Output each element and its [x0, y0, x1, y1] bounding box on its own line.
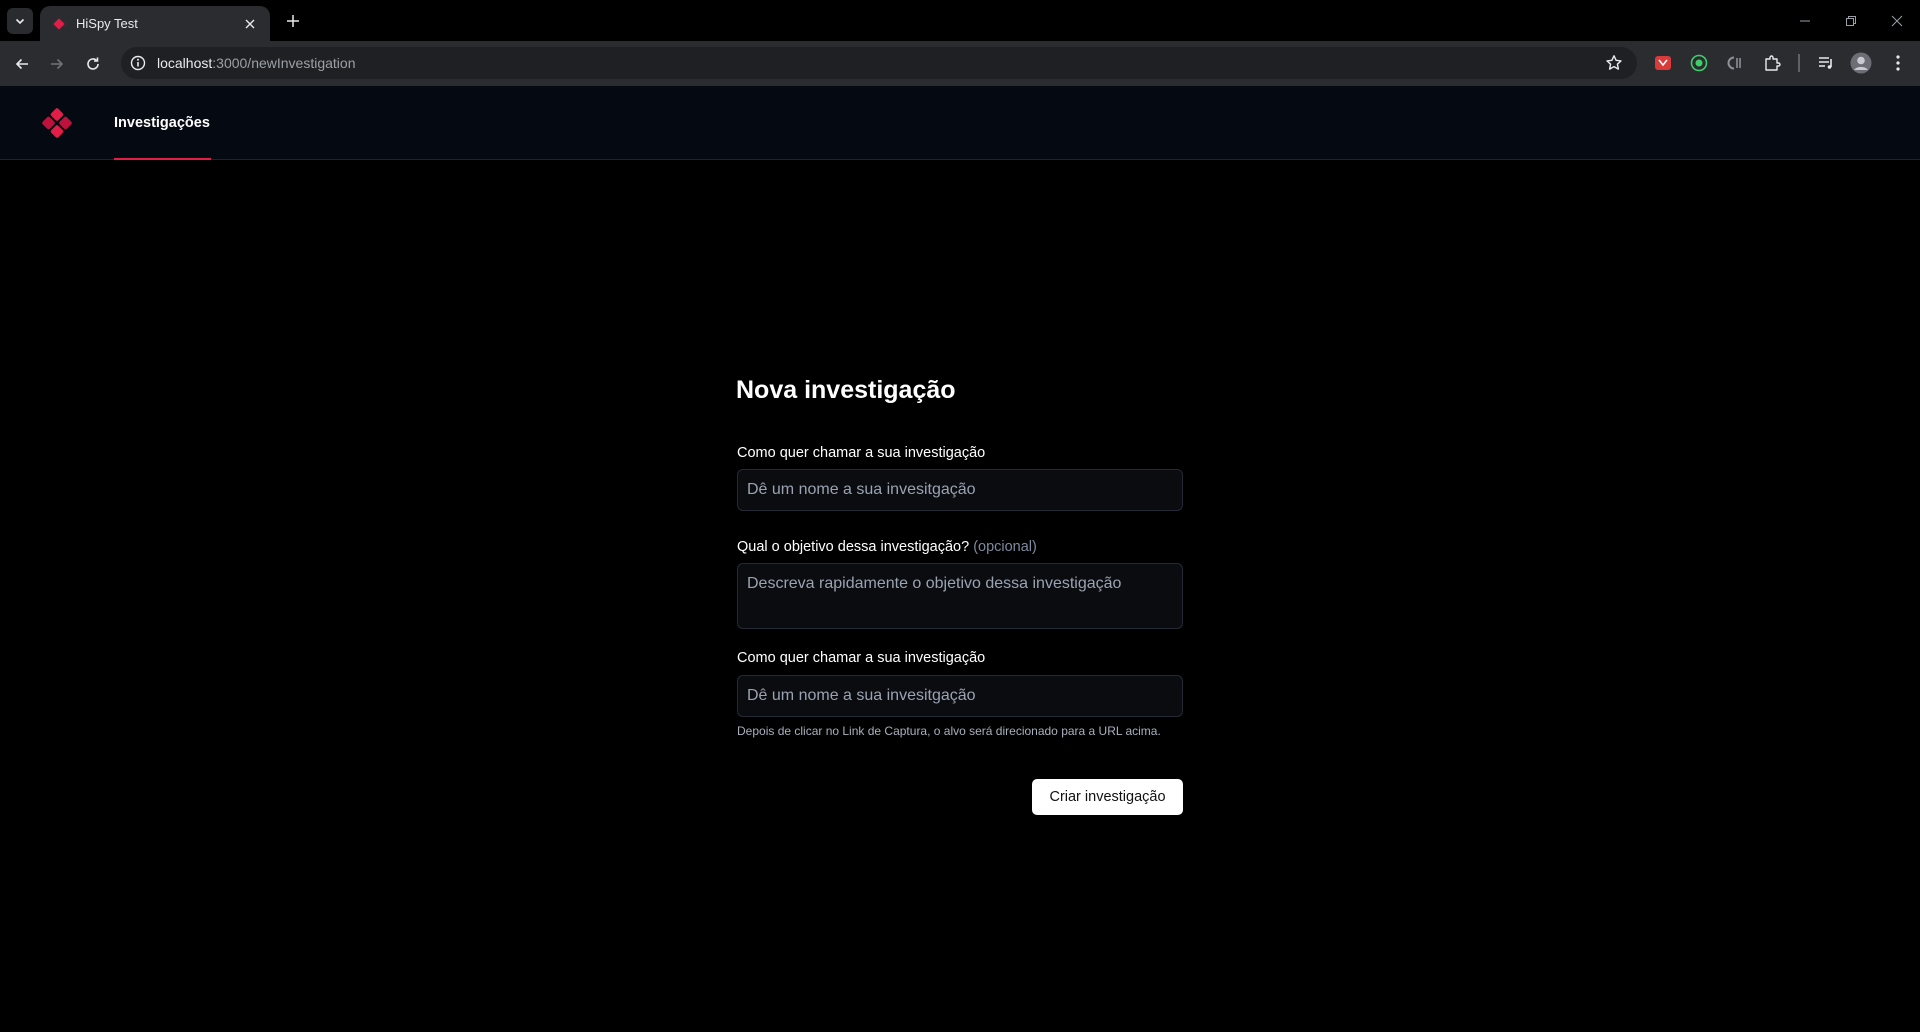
close-icon: [245, 19, 255, 28]
close-window-button[interactable]: [1874, 0, 1920, 41]
toolbar-divider: [1798, 54, 1800, 72]
back-button[interactable]: [8, 50, 36, 78]
extension-target-icon: [1690, 54, 1708, 72]
bookmark-star-icon[interactable]: [1605, 54, 1623, 72]
extension-c-icon[interactable]: [1724, 52, 1746, 74]
kebab-menu-icon: [1896, 55, 1900, 71]
arrow-left-icon: [15, 58, 28, 70]
app-header: Investigações: [0, 86, 1920, 160]
close-icon: [1891, 15, 1903, 26]
hispy-logo-icon[interactable]: [40, 106, 74, 140]
extension-red-icon[interactable]: [1652, 52, 1674, 74]
site-info-icon[interactable]: [130, 55, 146, 71]
url-host: localhost: [157, 55, 213, 71]
tab-title: HiSpy Test: [76, 16, 138, 31]
forward-button[interactable]: [43, 50, 71, 78]
avatar-icon: [1850, 52, 1872, 74]
create-investigation-button[interactable]: Criar investigação: [1032, 779, 1183, 815]
address-bar[interactable]: localhost:3000/newInvestigation: [121, 47, 1637, 79]
new-tab-button[interactable]: [282, 10, 304, 32]
arrow-right-icon: [51, 58, 64, 70]
nav-tab-investigations[interactable]: Investigações: [114, 86, 210, 160]
investigation-name-input[interactable]: [737, 469, 1183, 511]
browser-tab-active[interactable]: HiSpy Test: [40, 6, 270, 41]
tab-search-button[interactable]: [7, 8, 33, 34]
url-text: localhost:3000/newInvestigation: [157, 55, 355, 71]
url-path: :3000/newInvestigation: [212, 55, 356, 71]
objective-field-label: Qual o objetivo dessa investigação? (opc…: [737, 539, 1037, 555]
investigation-objective-textarea[interactable]: [737, 563, 1183, 629]
extension-green-icon[interactable]: [1688, 52, 1710, 74]
reload-button[interactable]: [79, 50, 107, 78]
extension-letter-icon: [1727, 56, 1741, 70]
chevron-down-icon: [15, 18, 25, 25]
page-title: Nova investigação: [736, 376, 956, 404]
browser-menu-button[interactable]: [1887, 52, 1909, 74]
extensions-button[interactable]: [1761, 52, 1783, 74]
redirect-url-input[interactable]: [737, 675, 1183, 717]
playlist-icon: [1819, 57, 1832, 69]
minimize-icon: [1800, 20, 1810, 21]
redirect-hint: Depois de clicar no Link de Captura, o a…: [737, 724, 1161, 738]
redirect-field-label: Como quer chamar a sua investigação: [737, 650, 986, 666]
browser-tabstrip: HiSpy Test: [0, 0, 1920, 41]
reload-icon: [87, 57, 99, 70]
plus-icon: [287, 15, 299, 27]
extension-badge-icon: [1655, 56, 1671, 70]
restore-button[interactable]: [1828, 0, 1874, 41]
window-controls: [1782, 0, 1920, 41]
media-controls-button[interactable]: [1815, 52, 1837, 74]
active-tab-indicator: [114, 158, 211, 160]
restore-icon: [1846, 15, 1856, 26]
profile-avatar[interactable]: [1850, 52, 1872, 74]
puzzle-icon: [1765, 55, 1781, 71]
hispy-favicon-icon: [53, 17, 65, 30]
objective-label-text: Qual o objetivo dessa investigação?: [737, 539, 970, 555]
minimize-button[interactable]: [1782, 0, 1828, 41]
name-field-label: Como quer chamar a sua investigação: [737, 445, 986, 461]
optional-tag: (opcional): [973, 539, 1037, 555]
tab-close-button[interactable]: [242, 16, 258, 32]
